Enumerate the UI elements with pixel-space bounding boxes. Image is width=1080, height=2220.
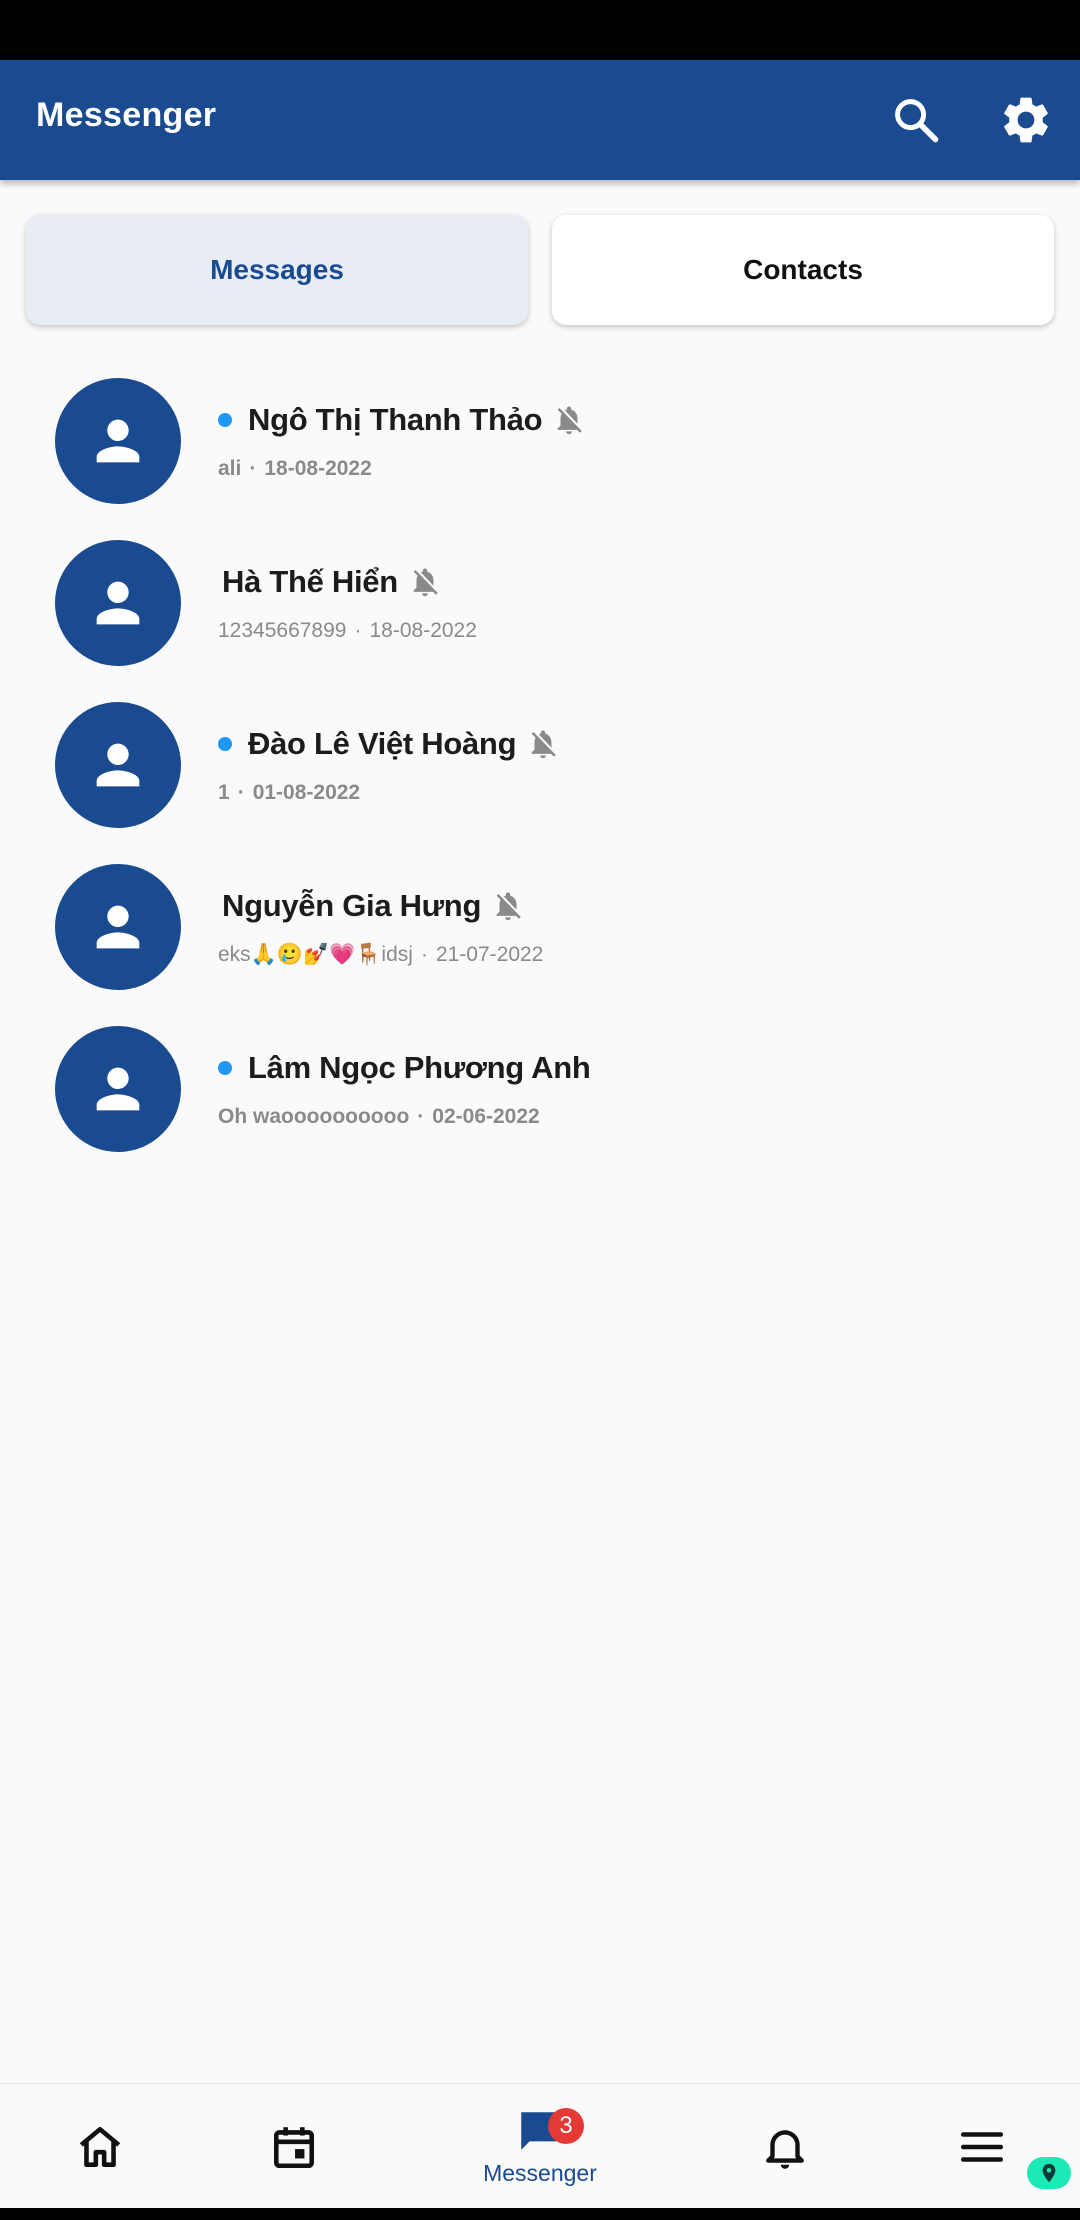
message-date: 01-08-2022 — [252, 781, 361, 804]
muted-bell-icon — [552, 403, 586, 437]
bottom-nav: Messenger 3 — [0, 2083, 1080, 2208]
nav-notifications[interactable] — [745, 2084, 825, 2209]
contact-name: Hà Thế Hiển — [222, 564, 398, 599]
message-meta: ali · 18-08-2022 — [218, 457, 372, 480]
menu-icon — [960, 2131, 1004, 2162]
nav-messenger[interactable]: Messenger 3 — [460, 2084, 620, 2209]
conversation-item[interactable]: Đào Lê Việt Hoàng 1 · 01-08-2022 — [0, 696, 1080, 858]
app-title: Messenger — [36, 96, 217, 134]
calendar-icon — [274, 2126, 314, 2168]
message-meta: eks🙏🥲💅💗🪑idsj · 21-07-2022 — [218, 943, 544, 966]
search-icon — [895, 99, 939, 143]
conversation-item[interactable]: Nguyễn Gia Hưng eks🙏🥲💅💗🪑idsj · 21-07-2022 — [0, 858, 1080, 1020]
message-date: 21-07-2022 — [435, 943, 544, 966]
search-button[interactable] — [884, 88, 948, 152]
avatar — [55, 702, 181, 828]
home-icon — [79, 2126, 121, 2167]
message-meta: 12345667899 · 18-08-2022 — [218, 619, 477, 642]
contact-name: Ngô Thị Thanh Thảo — [248, 402, 543, 437]
avatar — [55, 1026, 181, 1152]
muted-bell-icon — [408, 565, 442, 599]
message-meta: 1 · 01-08-2022 — [218, 781, 361, 804]
app-bar: Messenger — [0, 60, 1080, 180]
unread-dot — [218, 737, 232, 751]
message-date: 18-08-2022 — [369, 619, 477, 642]
avatar — [55, 864, 181, 990]
unread-dot — [218, 1061, 232, 1075]
settings-button[interactable] — [994, 88, 1058, 152]
conversation-list: Ngô Thị Thanh Thảo ali · 18-08-2022 Hà Thế… — [0, 372, 1080, 1182]
bell-icon — [766, 2129, 804, 2169]
message-date: 02-06-2022 — [432, 1105, 540, 1128]
location-pin-button[interactable] — [1027, 2157, 1071, 2189]
message-preview: Oh waoooooooooo — [218, 1105, 410, 1128]
person-icon — [96, 419, 140, 463]
unread-dot — [218, 413, 232, 427]
tab-messages[interactable]: Messages — [26, 215, 528, 325]
conversation-item[interactable]: Ngô Thị Thanh Thảo ali · 18-08-2022 — [0, 372, 1080, 534]
person-icon — [96, 581, 140, 625]
muted-bell-icon — [491, 889, 525, 923]
status-bar — [0, 0, 1080, 60]
tab-contacts[interactable]: Contacts — [552, 215, 1054, 325]
settings-icon — [1004, 97, 1048, 143]
conversation-item[interactable]: Lâm Ngọc Phương Anh Oh waoooooooooo · 02-0… — [0, 1020, 1080, 1182]
nav-messenger-label: Messenger — [483, 2160, 597, 2186]
avatar — [55, 378, 181, 504]
person-icon — [96, 1067, 140, 1111]
nav-home[interactable] — [60, 2084, 140, 2209]
message-preview: eks🙏🥲💅💗🪑idsj — [218, 943, 413, 966]
tab-bar: Messages Contacts — [26, 215, 1054, 325]
contact-name: Đào Lê Việt Hoàng — [248, 726, 517, 761]
system-nav-strip — [0, 2208, 1080, 2220]
conversation-item[interactable]: Hà Thế Hiển 12345667899 · 18-08-2022 — [0, 534, 1080, 696]
unread-badge: 3 — [548, 2108, 584, 2144]
location-pin-icon — [1042, 2163, 1056, 2183]
message-preview: 12345667899 — [218, 619, 347, 642]
person-icon — [96, 743, 140, 787]
nav-menu[interactable] — [942, 2084, 1022, 2209]
message-preview: ali — [218, 457, 242, 480]
message-preview: 1 — [218, 781, 230, 804]
message-date: 18-08-2022 — [264, 457, 372, 480]
muted-bell-icon — [526, 727, 560, 761]
message-meta: Oh waoooooooooo · 02-06-2022 — [218, 1105, 540, 1128]
contact-name: Lâm Ngọc Phương Anh — [248, 1050, 591, 1085]
avatar — [55, 540, 181, 666]
contact-name: Nguyễn Gia Hưng — [222, 888, 482, 923]
person-icon — [96, 905, 140, 949]
nav-calendar[interactable] — [254, 2084, 334, 2209]
